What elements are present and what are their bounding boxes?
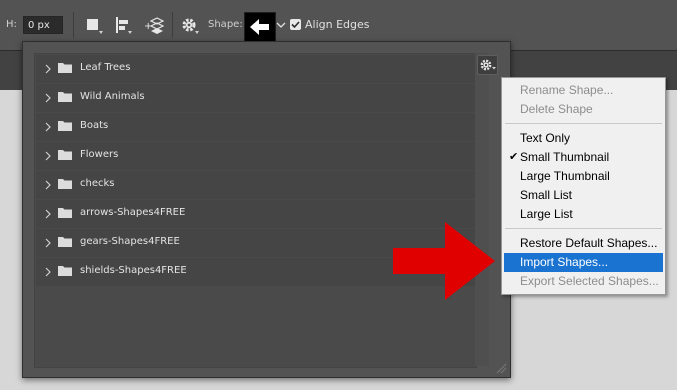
checkmark-icon: ✔ <box>509 151 519 163</box>
folder-icon <box>58 237 72 247</box>
folder-name: checks <box>80 178 115 189</box>
folder-name: Flowers <box>80 149 119 160</box>
folder-icon <box>58 121 72 131</box>
menu-divider <box>505 228 662 229</box>
chevron-right-icon[interactable] <box>44 64 52 74</box>
menu-item-restore-default-shapes[interactable]: Restore Default Shapes... <box>504 234 663 253</box>
folder-name: arrows-Shapes4FREE <box>80 207 186 218</box>
shape-label: Shape: <box>208 19 243 30</box>
folder-name: Wild Animals <box>80 91 145 102</box>
folder-row[interactable]: Boats <box>36 113 475 141</box>
menu-item-label: Small Thumbnail <box>520 150 610 164</box>
gear-icon <box>480 59 496 71</box>
folder-icon <box>58 179 72 189</box>
folder-icon <box>58 266 72 276</box>
height-label: H: <box>6 19 17 30</box>
shape-picker-swatch[interactable] <box>244 12 276 44</box>
align-edges-checkbox[interactable] <box>290 19 301 30</box>
menu-item-export-selected-shapes[interactable]: Export Selected Shapes... <box>504 272 663 291</box>
arrow-shape-icon <box>250 19 269 35</box>
folder-name: shields-Shapes4FREE <box>80 265 187 276</box>
folder-name: gears-Shapes4FREE <box>80 236 180 247</box>
shape-folder-list: Leaf Trees Wild Animals Boats Flowers ch… <box>34 53 477 368</box>
chevron-right-icon[interactable] <box>44 267 52 277</box>
folder-row[interactable]: Leaf Trees <box>36 55 475 83</box>
chevron-right-icon[interactable] <box>44 122 52 132</box>
scrollbar[interactable] <box>475 53 489 366</box>
folder-row[interactable]: checks <box>36 171 475 199</box>
folder-icon <box>58 208 72 218</box>
menu-item-small-list[interactable]: Small List <box>504 186 663 205</box>
path-arrangement-icon[interactable]: + <box>143 15 165 37</box>
divider <box>73 12 74 38</box>
height-input[interactable]: 0 px <box>23 16 63 34</box>
chevron-down-icon[interactable] <box>275 18 287 32</box>
annotation-arrow-icon <box>393 222 495 300</box>
path-alignment-icon[interactable] <box>113 15 135 37</box>
folder-icon <box>58 63 72 73</box>
picker-options-menu: Rename Shape... Delete Shape Text Only ✔… <box>501 77 666 295</box>
folder-name: Leaf Trees <box>80 62 131 73</box>
chevron-right-icon[interactable] <box>44 151 52 161</box>
folder-row[interactable]: Flowers <box>36 142 475 170</box>
chevron-right-icon[interactable] <box>44 209 52 219</box>
menu-item-import-shapes[interactable]: Import Shapes... <box>504 253 663 272</box>
chevron-right-icon[interactable] <box>44 180 52 190</box>
resize-grip-icon[interactable] <box>495 362 507 374</box>
folder-row[interactable]: Wild Animals <box>36 84 475 112</box>
chevron-right-icon[interactable] <box>44 238 52 248</box>
picker-settings-button[interactable] <box>477 55 498 75</box>
gear-icon[interactable] <box>180 15 202 37</box>
path-operations-icon[interactable] <box>84 15 106 37</box>
menu-item-large-list[interactable]: Large List <box>504 205 663 224</box>
menu-item-small-thumbnail[interactable]: ✔ Small Thumbnail <box>504 148 663 167</box>
divider <box>172 12 173 38</box>
menu-divider <box>505 123 662 124</box>
folder-icon <box>58 92 72 102</box>
chevron-right-icon[interactable] <box>44 93 52 103</box>
menu-item-text-only[interactable]: Text Only <box>504 129 663 148</box>
folder-name: Boats <box>80 120 109 131</box>
menu-item-rename-shape[interactable]: Rename Shape... <box>504 81 663 100</box>
shape-picker-panel: Leaf Trees Wild Animals Boats Flowers ch… <box>22 41 511 378</box>
menu-item-delete-shape[interactable]: Delete Shape <box>504 100 663 119</box>
align-edges-label: Align Edges <box>305 18 370 31</box>
folder-icon <box>58 150 72 160</box>
menu-item-large-thumbnail[interactable]: Large Thumbnail <box>504 167 663 186</box>
